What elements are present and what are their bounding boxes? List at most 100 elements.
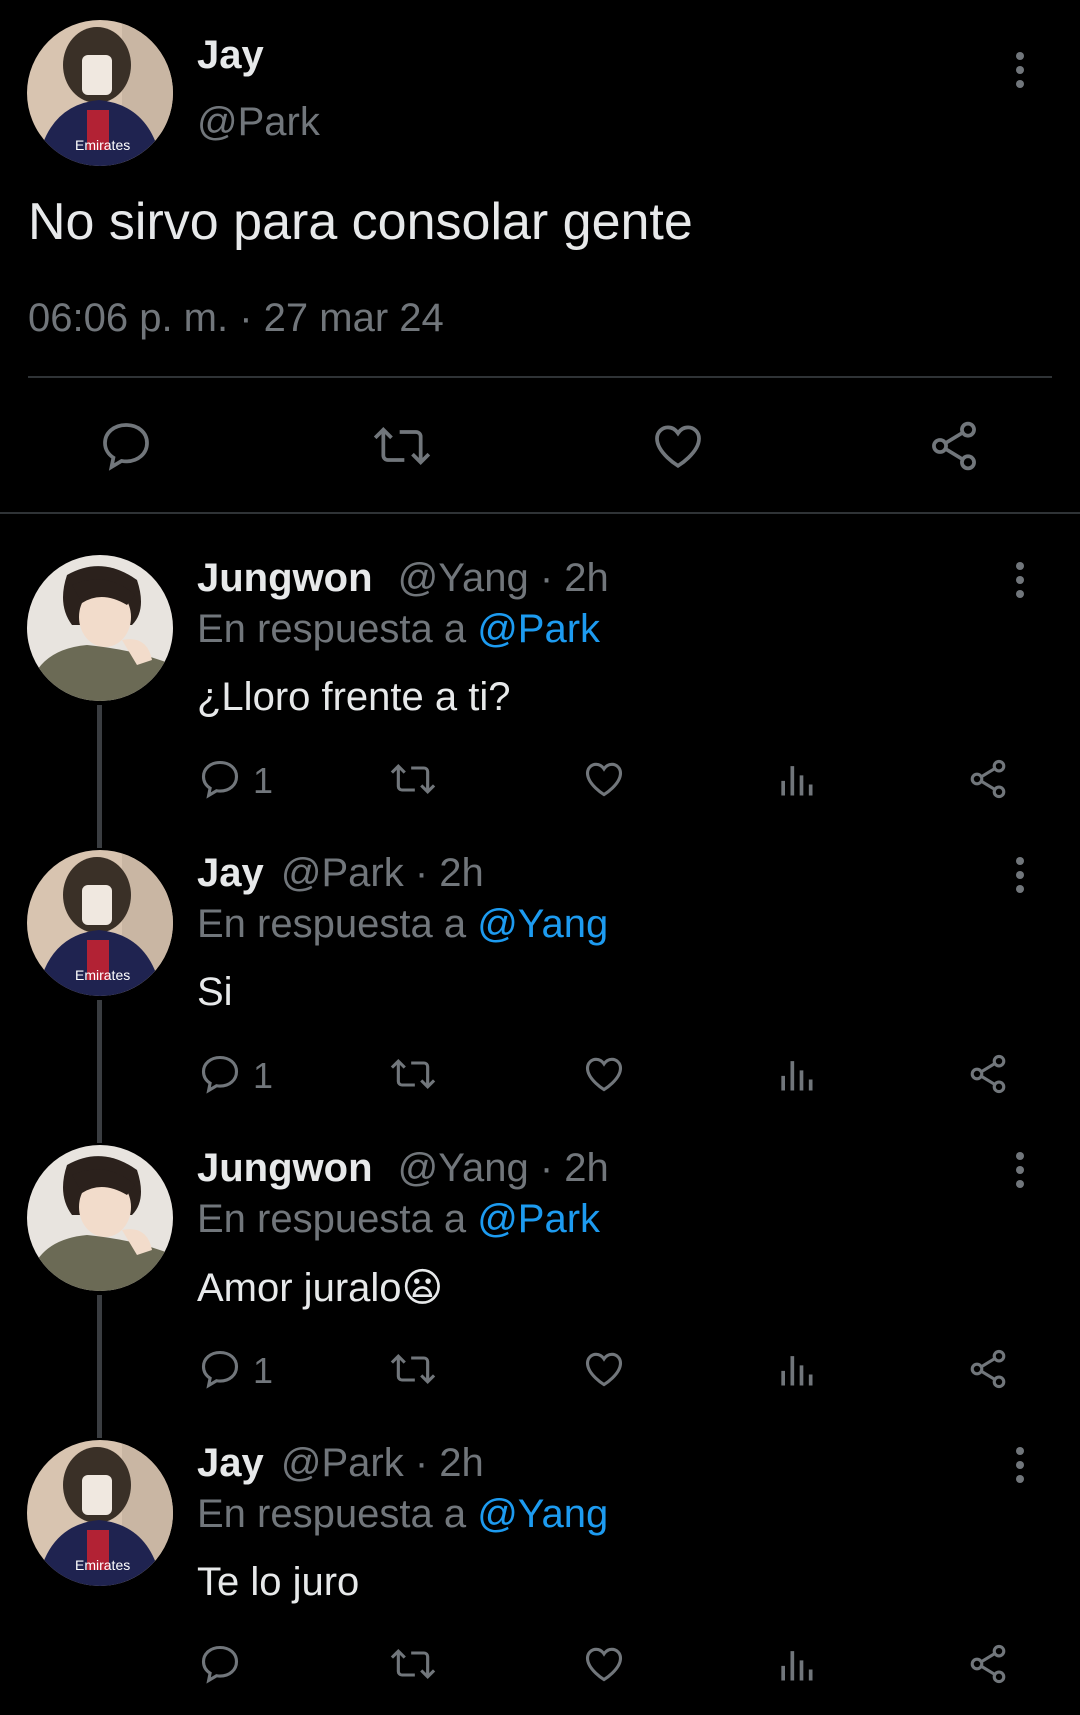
author-handle[interactable]: @Park [197,100,320,145]
more-options-button[interactable] [1010,560,1030,600]
like-button[interactable] [582,1642,626,1686]
heart-icon [655,425,701,469]
svg-text:Emirates: Emirates [75,967,130,983]
retweet-icon [390,1353,436,1385]
heart-icon [585,1647,623,1682]
avatar[interactable] [27,1145,173,1291]
like-button[interactable] [582,757,626,801]
vertical-dots-icon [1016,52,1024,88]
author-name[interactable]: Jay [197,33,264,78]
avatar-jungwon-image [27,555,173,701]
more-options-button[interactable] [1010,1150,1030,1190]
vertical-dots-icon [1016,1152,1024,1188]
more-options-button[interactable] [1010,50,1030,90]
speech-bubble-icon [201,1350,239,1389]
vertical-dots-icon [1016,1447,1024,1483]
reply-context-label: En respuesta a [197,902,467,946]
reply-to-link[interactable]: @Park [477,607,600,651]
reply-count: 1 [253,760,274,801]
like-button[interactable] [582,1347,626,1391]
speech-bubble-icon [201,1645,239,1684]
vertical-dots-icon [1016,857,1024,893]
avatar[interactable] [27,555,173,701]
retweet-icon [390,1648,436,1680]
speech-bubble-icon [201,760,239,799]
author-name[interactable]: Jay [197,1441,264,1485]
share-icon [970,759,1006,799]
author-name[interactable]: Jay [197,851,264,895]
thread-line [97,1000,102,1143]
reply-to-link[interactable]: @Park [477,1197,600,1241]
tweet-time: · 2h [414,851,484,895]
tweet-time: · 2h [414,1441,484,1485]
reply-to-link[interactable]: @Yang [477,902,608,946]
heart-icon [585,762,623,797]
svg-text:Emirates: Emirates [75,137,130,153]
avatar-jay-image: Emirates [27,850,173,996]
views-button[interactable] [776,757,816,801]
tweet-timestamp: 06:06 p. m. · 27 mar 24 [28,296,444,340]
more-options-button[interactable] [1010,1445,1030,1485]
svg-text:Emirates: Emirates [75,1557,130,1573]
views-button[interactable] [776,1642,816,1686]
bar-chart-icon [781,1356,813,1386]
retweet-button[interactable] [388,1642,438,1686]
retweet-button[interactable] [388,757,438,801]
more-options-button[interactable] [1010,855,1030,895]
speech-bubble-icon [201,1055,239,1094]
retweet-icon [390,1058,436,1090]
reply-button[interactable] [198,1347,242,1391]
bar-chart-icon [781,766,813,796]
author-handle[interactable]: @Park [281,1441,404,1485]
bar-chart-icon [781,1061,813,1091]
share-icon [970,1349,1006,1389]
divider [28,376,1052,378]
author-handle[interactable]: @Yang [398,1146,529,1190]
views-button[interactable] [776,1347,816,1391]
share-button[interactable] [966,1642,1010,1686]
author-handle[interactable]: @Yang [398,556,529,600]
like-button[interactable] [650,418,706,474]
reply-context-label: En respuesta a [197,1492,467,1536]
reply-button[interactable] [198,1052,242,1096]
avatar[interactable]: Emirates [27,20,173,166]
vertical-dots-icon [1016,562,1024,598]
share-icon [932,421,976,471]
author-name[interactable]: Jungwon [197,1146,373,1190]
tweet-text: Si [197,970,233,1014]
tweet-text: Amor juralo😦 [197,1265,443,1311]
like-button[interactable] [582,1052,626,1096]
avatar-jungwon-image [27,1145,173,1291]
share-icon [970,1054,1006,1094]
tweet-text-content: Amor juralo [197,1266,402,1310]
views-button[interactable] [776,1052,816,1096]
retweet-icon [373,427,431,465]
tweet-time: · 2h [539,1146,609,1190]
share-button[interactable] [966,1052,1010,1096]
reply-button[interactable] [98,418,154,474]
retweet-icon [390,763,436,795]
avatar-jay-image: Emirates [27,20,173,166]
reply-button[interactable] [198,757,242,801]
retweet-button[interactable] [388,1052,438,1096]
share-button[interactable] [926,418,982,474]
reply-button[interactable] [198,1642,242,1686]
avatar[interactable]: Emirates [27,850,173,996]
author-name[interactable]: Jungwon [197,556,373,600]
avatar[interactable]: Emirates [27,1440,173,1586]
tweet-text: Te lo juro [197,1560,360,1604]
heart-icon [585,1057,623,1092]
worried-face-emoji: 😦 [401,1266,444,1310]
retweet-button[interactable] [370,418,434,474]
share-button[interactable] [966,757,1010,801]
tweet-text: No sirvo para consolar gente [28,193,693,251]
retweet-button[interactable] [388,1347,438,1391]
author-handle[interactable]: @Park [281,851,404,895]
reply-context-label: En respuesta a [197,607,467,651]
tweet-text: ¿Lloro frente a ti? [197,675,511,719]
share-button[interactable] [966,1347,1010,1391]
section-divider [0,512,1080,514]
tweet-time: · 2h [539,556,609,600]
reply-to-link[interactable]: @Yang [477,1492,608,1536]
avatar-jay-image: Emirates [27,1440,173,1586]
